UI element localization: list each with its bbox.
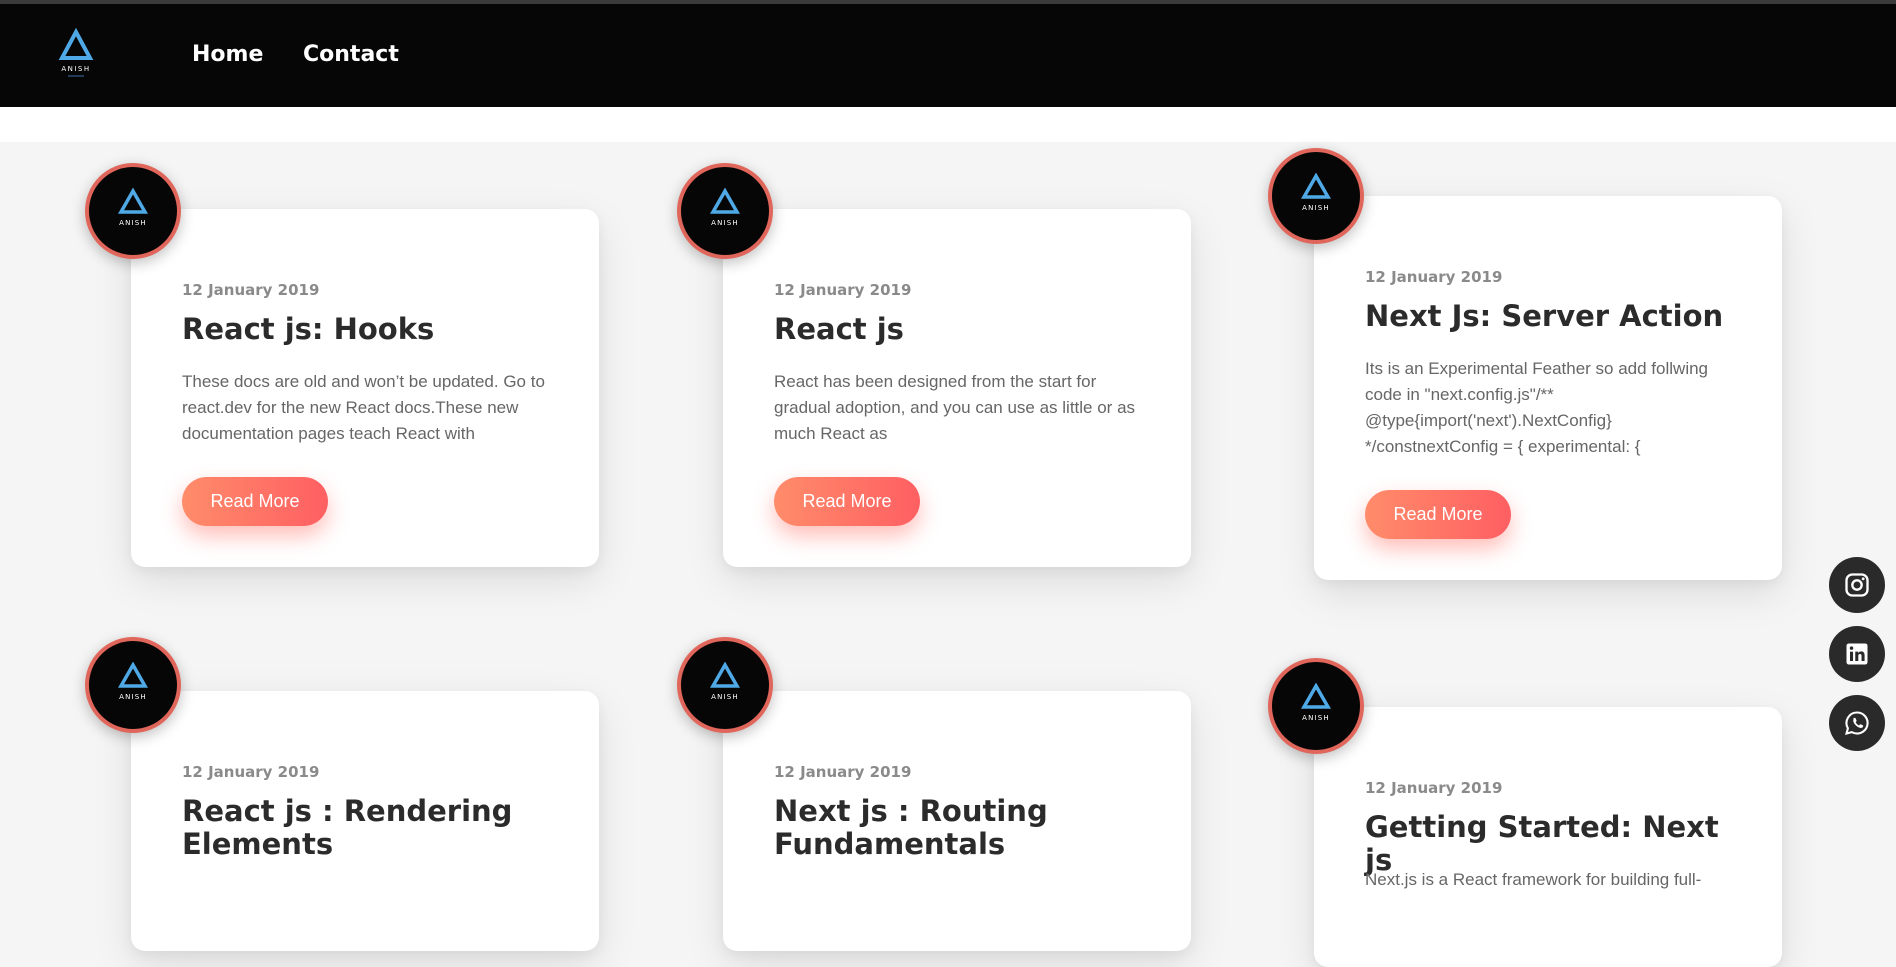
anish-logo-icon: ANISH: [709, 188, 741, 227]
post-title[interactable]: React js : Rendering Elements: [182, 795, 569, 861]
instagram-icon: [1845, 573, 1869, 597]
post-date: 12 January 2019: [774, 281, 912, 299]
whatsapp-icon: [1845, 711, 1869, 735]
nav-home-link[interactable]: Home: [192, 42, 263, 67]
post-date: 12 January 2019: [182, 281, 320, 299]
post-title[interactable]: Next js : Routing Fundamentals: [774, 795, 1161, 861]
nav-contact-link[interactable]: Contact: [303, 42, 399, 67]
anish-logo-icon: ANISH: [1300, 173, 1332, 212]
blog-card: 12 January 2019 React js React has been …: [723, 209, 1191, 567]
site-logo[interactable]: ANISH: [56, 27, 96, 80]
svg-text:ANISH: ANISH: [1302, 204, 1330, 212]
read-more-button[interactable]: Read More: [774, 477, 920, 526]
post-date: 12 January 2019: [1365, 268, 1503, 286]
post-date: 12 January 2019: [182, 763, 320, 781]
navbar: ANISH Home Contact: [0, 4, 1896, 107]
post-title[interactable]: React js: [774, 313, 1161, 346]
read-more-button[interactable]: Read More: [182, 477, 328, 526]
anish-logo-icon: ANISH: [117, 188, 149, 227]
author-avatar: ANISH: [1268, 658, 1364, 754]
post-excerpt: Its is an Experimental Feather so add fo…: [1365, 359, 1709, 456]
linkedin-icon: [1846, 643, 1868, 665]
anish-logo-icon: ANISH: [1300, 683, 1332, 722]
blog-card: 12 January 2019 Next js : Routing Fundam…: [723, 691, 1191, 951]
svg-text:ANISH: ANISH: [1302, 714, 1330, 722]
author-avatar: ANISH: [677, 163, 773, 259]
post-date: 12 January 2019: [1365, 779, 1503, 797]
post-excerpt: These docs are old and won’t be updated.…: [182, 372, 545, 443]
anish-logo-icon: ANISH: [117, 662, 149, 701]
svg-text:ANISH: ANISH: [119, 219, 147, 227]
header-spacer: [0, 107, 1896, 142]
svg-text:ANISH: ANISH: [711, 693, 739, 701]
post-title[interactable]: Next Js: Server Action: [1365, 300, 1752, 333]
author-avatar: ANISH: [85, 163, 181, 259]
post-excerpt: React has been designed from the start f…: [774, 372, 1136, 443]
author-avatar: ANISH: [677, 637, 773, 733]
post-title[interactable]: React js: Hooks: [182, 313, 569, 346]
linkedin-button[interactable]: [1829, 626, 1885, 682]
svg-text:ANISH: ANISH: [711, 219, 739, 227]
blog-card: 12 January 2019 Next Js: Server Action I…: [1314, 196, 1782, 580]
author-avatar: ANISH: [1268, 148, 1364, 244]
blog-card: 12 January 2019 React js: Hooks These do…: [131, 209, 599, 567]
author-avatar: ANISH: [85, 637, 181, 733]
post-excerpt: Next.js is a React framework for buildin…: [1365, 870, 1702, 889]
anish-logo-icon: ANISH: [709, 662, 741, 701]
read-more-button[interactable]: Read More: [1365, 490, 1511, 539]
svg-text:ANISH: ANISH: [119, 693, 147, 701]
whatsapp-button[interactable]: [1829, 695, 1885, 751]
blog-card: 12 January 2019 Getting Started: Next js…: [1314, 707, 1782, 967]
instagram-button[interactable]: [1829, 557, 1885, 613]
post-date: 12 January 2019: [774, 763, 912, 781]
svg-text:ANISH: ANISH: [61, 65, 90, 73]
blog-card: 12 January 2019 React js : Rendering Ele…: [131, 691, 599, 951]
